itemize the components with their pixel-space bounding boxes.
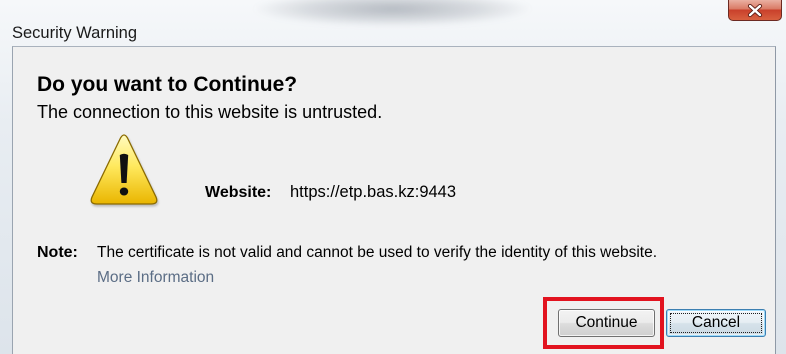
title-bar-blur (255, 0, 530, 26)
cancel-button[interactable]: Cancel (666, 309, 766, 337)
dialog-body: Do you want to Continue? The connection … (12, 46, 776, 354)
website-label: Website: (205, 184, 272, 201)
more-information-link[interactable]: More Information (97, 268, 214, 287)
continue-button[interactable]: Continue (558, 309, 655, 337)
note-text: The certificate is not valid and cannot … (97, 244, 658, 261)
website-url: https://etp.bas.kz:9443 (290, 183, 457, 201)
close-button[interactable] (728, 0, 782, 21)
dialog-heading: Do you want to Continue? (37, 73, 298, 96)
dialog-message: The connection to this website is untrus… (37, 102, 383, 122)
security-warning-dialog: Security Warning Do you want to Continue… (0, 0, 786, 354)
warning-icon (90, 134, 158, 205)
close-icon (747, 3, 763, 17)
note-label: Note: (37, 244, 78, 261)
window-title: Security Warning (12, 24, 138, 42)
